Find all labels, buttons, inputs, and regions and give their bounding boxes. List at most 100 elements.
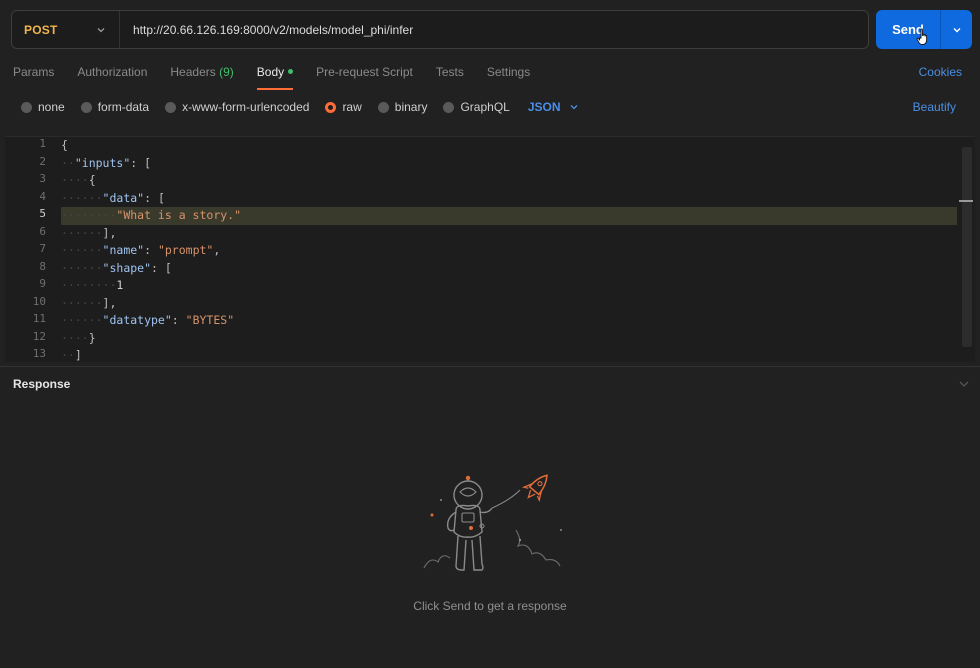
code-token: "data" (102, 190, 145, 205)
indent-guide: ······ (61, 190, 103, 205)
code-area[interactable]: { ··"inputs": [ ····{ ······"data": [ ··… (61, 137, 957, 362)
response-empty-message: Click Send to get a response (413, 599, 567, 613)
send-button-group: Send (876, 10, 972, 49)
code-token: : (144, 243, 158, 257)
tab-tests[interactable]: Tests (436, 62, 464, 90)
indent-guide: ···· (61, 173, 89, 187)
indent-guide: ······ (61, 243, 103, 257)
response-title: Response (13, 377, 71, 391)
line-number: 6 (39, 224, 46, 238)
radio-icon (80, 101, 92, 113)
code-token: { (88, 173, 96, 187)
code-line: ········1 (61, 277, 957, 295)
hand-cursor-icon (916, 28, 928, 45)
cookies-link[interactable]: Cookies (919, 65, 962, 79)
line-number: 10 (32, 294, 46, 308)
indent-guide: ······ (61, 295, 103, 310)
code-token: "BYTES" (185, 313, 235, 327)
method-selector[interactable]: POST (12, 11, 120, 48)
tab-headers[interactable]: Headers (9) (170, 62, 233, 90)
code-token: "prompt" (157, 243, 214, 257)
scrollbar-cursor-marker (959, 200, 973, 202)
body-type-urlencoded[interactable]: x-www-form-urlencoded (165, 100, 309, 114)
astronaut-rocket-illustration (423, 474, 562, 571)
tab-pre-request-script[interactable]: Pre-request Script (316, 62, 413, 90)
send-options-button[interactable] (941, 10, 972, 49)
body-type-selector: none form-data x-www-form-urlencoded raw… (21, 99, 579, 115)
code-token: : [ (151, 260, 172, 275)
send-button[interactable]: Send (876, 10, 940, 49)
code-line: ······], (61, 225, 957, 243)
body-type-binary[interactable]: binary (377, 100, 428, 114)
line-number: 11 (32, 312, 46, 325)
tab-body[interactable]: Body (256, 62, 294, 90)
line-number-gutter: 1 2 3 4 5 6 7 8 9 10 11 12 13 (5, 137, 51, 362)
radio-icon (377, 101, 389, 113)
headers-count: (9) (219, 65, 234, 79)
code-line-current: ········"What is a story." (61, 207, 957, 225)
tab-params[interactable]: Params (13, 62, 54, 90)
editor-scrollbar[interactable] (962, 147, 972, 347)
code-line: { (61, 137, 957, 155)
radio-label: GraphQL (460, 100, 510, 114)
code-token: "What is a story." (116, 208, 242, 222)
indent-guide: ········ (61, 208, 117, 222)
line-number: 8 (39, 259, 46, 273)
code-line: ····{ (61, 172, 957, 190)
radio-icon (443, 101, 455, 113)
chevron-down-icon (97, 27, 105, 32)
line-number: 3 (39, 172, 46, 185)
code-token: } (88, 330, 96, 345)
radio-label: binary (394, 100, 428, 114)
radio-selected-icon (325, 101, 337, 113)
code-token: : (171, 313, 186, 327)
line-number: 7 (39, 242, 46, 255)
body-type-raw[interactable]: raw (325, 100, 362, 114)
radio-label: none (38, 100, 65, 114)
code-line: ······"data": [ (61, 190, 957, 208)
code-token: "name" (102, 243, 145, 257)
tab-label: Body (256, 65, 285, 79)
response-header[interactable]: Response (0, 366, 980, 398)
chevron-down-icon[interactable] (958, 379, 970, 389)
radio-icon (165, 101, 177, 113)
code-token: { (61, 138, 68, 152)
format-dropdown[interactable]: JSON (528, 100, 579, 114)
code-token: ], (102, 225, 117, 240)
body-type-none[interactable]: none (21, 100, 65, 114)
code-token: 1 (116, 278, 124, 292)
tab-label: Headers (170, 65, 216, 79)
body-type-form-data[interactable]: form-data (80, 100, 149, 114)
code-token: : [ (130, 155, 152, 170)
body-indicator-dot (288, 69, 294, 75)
line-number: 9 (39, 277, 46, 290)
indent-guide: ········ (61, 278, 117, 292)
chevron-down-icon (570, 105, 577, 110)
radio-label: x-www-form-urlencoded (182, 100, 310, 114)
code-token: ] (74, 348, 82, 362)
line-number: 13 (32, 347, 46, 360)
line-number-current: 5 (39, 207, 46, 220)
line-number: 1 (39, 137, 46, 150)
request-tabs: Params Authorization Headers (9) Body Pr… (13, 62, 553, 90)
indent-guide: ······ (61, 313, 103, 327)
tab-label: Pre-request Script (316, 65, 413, 79)
code-token: "shape" (102, 260, 152, 275)
radio-label: raw (342, 100, 362, 114)
code-line: ··"inputs": [ (61, 155, 957, 173)
request-url-bar: POST http://20.66.126.169:8000/v2/models… (11, 10, 869, 49)
beautify-link[interactable]: Beautify (913, 100, 956, 114)
body-type-graphql[interactable]: GraphQL (443, 100, 510, 114)
code-line: ······"name": "prompt", (61, 242, 957, 260)
url-input[interactable]: http://20.66.126.169:8000/v2/models/mode… (120, 23, 413, 37)
code-token: "datatype" (102, 313, 172, 327)
code-line: ······], (61, 295, 957, 313)
indent-guide: ······ (61, 225, 103, 240)
tab-authorization[interactable]: Authorization (77, 62, 147, 90)
line-number: 2 (39, 154, 46, 168)
code-token: "inputs" (74, 155, 131, 170)
code-line: ····} (61, 330, 957, 348)
request-body-editor[interactable]: 1 2 3 4 5 6 7 8 9 10 11 12 13 { ··"input… (5, 136, 975, 362)
method-label: POST (24, 22, 58, 37)
tab-settings[interactable]: Settings (487, 62, 530, 90)
